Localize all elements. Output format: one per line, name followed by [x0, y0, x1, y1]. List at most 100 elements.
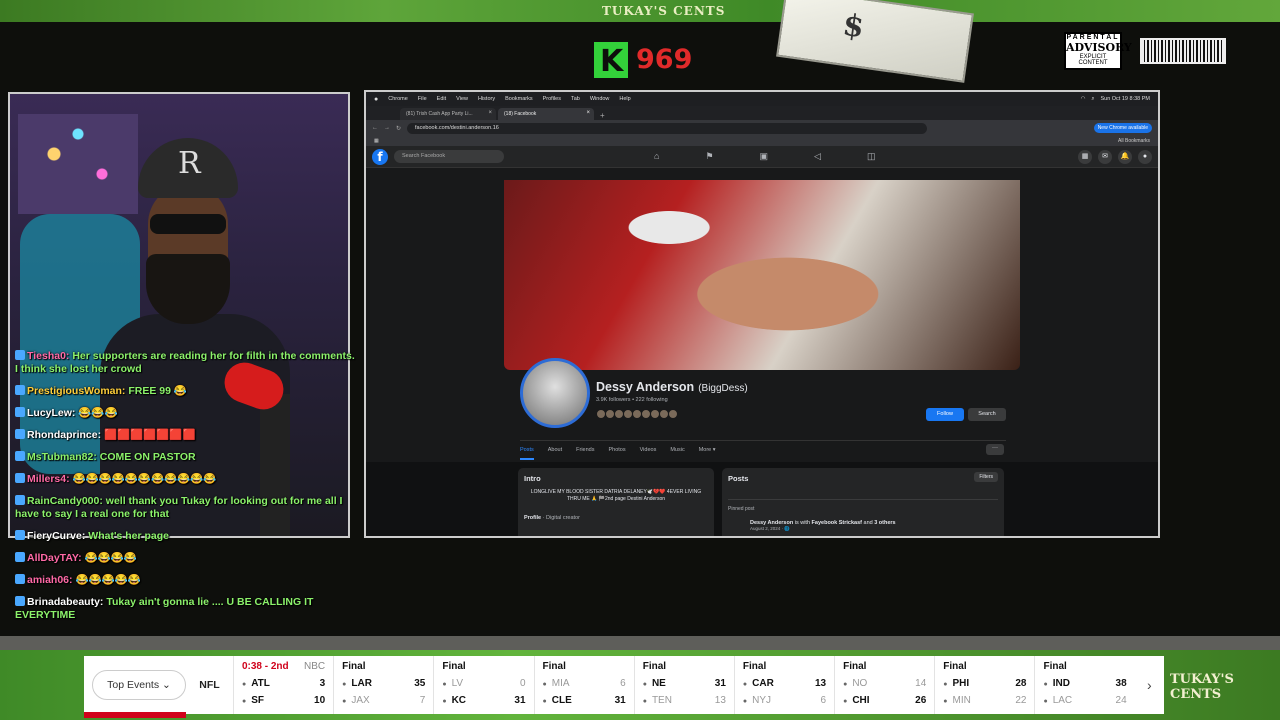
- menu-tab[interactable]: Tab: [571, 96, 580, 102]
- game-card[interactable]: Final LV 0 KC 31: [433, 656, 533, 714]
- barcode-graphic: [1140, 38, 1226, 64]
- home-icon[interactable]: ⌂: [654, 151, 659, 162]
- menu-help[interactable]: Help: [619, 96, 630, 102]
- chat-username[interactable]: amiah06:: [27, 574, 73, 586]
- tab-about[interactable]: About: [548, 447, 562, 460]
- follow-button[interactable]: Follow: [926, 408, 964, 421]
- facebook-logo-icon[interactable]: f: [372, 148, 388, 165]
- cover-photo[interactable]: [504, 180, 1020, 370]
- url-input[interactable]: facebook.com/destini.anderson.16: [407, 122, 928, 134]
- wifi-icon[interactable]: ◠: [1081, 96, 1086, 102]
- menu-profiles[interactable]: Profiles: [543, 96, 561, 102]
- kick-logo-icon: K: [594, 42, 628, 79]
- game-card[interactable]: 0:38 - 2ndNBCATL3SF10: [232, 656, 333, 714]
- top-events-dropdown[interactable]: Top Events ⌄: [92, 670, 186, 700]
- profile-search-button[interactable]: Search: [968, 408, 1006, 421]
- team-score: 6: [820, 695, 827, 706]
- reload-icon[interactable]: ↻: [396, 125, 401, 132]
- chat-badge-icon: [15, 552, 25, 562]
- close-tab-icon[interactable]: ×: [488, 110, 492, 116]
- team-score: 24: [1115, 695, 1127, 706]
- new-chrome-available-button[interactable]: New Chrome available: [1093, 123, 1152, 133]
- menu-chrome[interactable]: Chrome: [388, 96, 408, 102]
- forward-icon[interactable]: →: [384, 125, 390, 131]
- game-card[interactable]: Final LAR 35 JAX 7: [333, 656, 433, 714]
- search-icon[interactable]: ⌕: [1091, 96, 1094, 103]
- chat-username[interactable]: AllDayTAY:: [27, 552, 82, 564]
- back-icon[interactable]: ←: [372, 125, 378, 131]
- chat-username[interactable]: LucyLew:: [27, 407, 75, 419]
- team-name: KC: [442, 695, 466, 706]
- chat-message: Millers4: 😂😂😂😂😂😂😂😂😂😂😂: [15, 473, 355, 486]
- league-label[interactable]: NFL: [186, 679, 233, 691]
- tab-friends[interactable]: Friends: [576, 447, 594, 460]
- game-card[interactable]: Final NE 31 TEN 13: [633, 656, 734, 714]
- profile-avatar[interactable]: [520, 358, 590, 428]
- more-options-button[interactable]: ···: [986, 444, 1004, 455]
- game-card[interactable]: Final NO 14 CHI 26: [834, 656, 934, 714]
- menu-file[interactable]: File: [418, 96, 427, 102]
- game-card[interactable]: Final PHI 28 MIN 22: [934, 656, 1034, 714]
- team-score: 31: [714, 678, 726, 689]
- marketplace-icon[interactable]: ▣: [760, 151, 769, 162]
- tab-more[interactable]: More ▾: [699, 447, 716, 460]
- team-score: 35: [414, 678, 426, 689]
- team-name: NE: [643, 678, 666, 689]
- gaming-icon[interactable]: ◫: [867, 151, 876, 162]
- account-avatar[interactable]: ●: [1138, 149, 1152, 164]
- menu-grid-icon[interactable]: ▦: [1078, 149, 1092, 164]
- tab-youtube[interactable]: (81) Trish Cash App Party Li... ×: [400, 108, 496, 120]
- friend-avatars[interactable]: [596, 409, 678, 419]
- megaphone-icon[interactable]: ◁: [814, 151, 821, 162]
- chat-message: FieryCurve: What's her page: [15, 530, 355, 543]
- chat-username[interactable]: FieryCurve:: [27, 530, 85, 542]
- apple-icon[interactable]: ●: [374, 96, 378, 103]
- close-tab-icon[interactable]: ×: [586, 110, 590, 116]
- next-arrow-icon[interactable]: ›: [1135, 677, 1164, 693]
- chat-text: 😂😂😂😂😂: [75, 574, 141, 586]
- post-date[interactable]: August 2, 2024 · 🌐: [728, 526, 998, 532]
- profile-name: Dessy Anderson (BiggDess): [596, 380, 748, 394]
- tab-facebook[interactable]: (18) Facebook ×: [498, 108, 594, 120]
- chat-text: COME ON PASTOR: [99, 451, 196, 463]
- menu-view[interactable]: View: [456, 96, 468, 102]
- new-tab-button[interactable]: +: [596, 111, 609, 120]
- apps-icon[interactable]: ▦: [374, 138, 379, 144]
- menu-window[interactable]: Window: [590, 96, 610, 102]
- chat-username[interactable]: RainCandy000:: [27, 495, 103, 507]
- game-card[interactable]: Final MIA 6 CLE 31: [533, 656, 634, 714]
- tab-photos[interactable]: Photos: [608, 447, 625, 460]
- team-name: MIN: [943, 695, 971, 706]
- team-score: 0: [519, 678, 526, 689]
- chat-username[interactable]: Tiesha0:: [27, 350, 69, 362]
- game-status: Final: [843, 661, 867, 672]
- menubar-clock[interactable]: Sun Oct 19 8:38 PM: [1100, 96, 1150, 102]
- chat-username[interactable]: Millers4:: [27, 473, 70, 485]
- facebook-search-input[interactable]: Search Facebook: [394, 150, 504, 163]
- game-card[interactable]: Final CAR 13 NYJ 6: [733, 656, 834, 714]
- team-score: 28: [1015, 678, 1027, 689]
- menu-bookmarks[interactable]: Bookmarks: [505, 96, 533, 102]
- chat-message: amiah06: 😂😂😂😂😂: [15, 574, 355, 587]
- all-bookmarks-button[interactable]: All Bookmarks: [1118, 138, 1150, 144]
- menu-edit[interactable]: Edit: [437, 96, 446, 102]
- chat-username[interactable]: Rhondaprince:: [27, 429, 101, 441]
- chat-username[interactable]: PrestigiousWoman:: [27, 385, 125, 397]
- cap: R: [138, 138, 238, 198]
- dollar-bill-graphic: $: [776, 0, 974, 83]
- chat-text: 🟥🟥🟥🟥🟥🟥🟥: [104, 429, 196, 441]
- follower-stats[interactable]: 3.9K followers • 222 following: [596, 397, 668, 403]
- tab-videos[interactable]: Videos: [640, 447, 657, 460]
- menu-history[interactable]: History: [478, 96, 495, 102]
- messenger-icon[interactable]: ✉: [1098, 149, 1112, 164]
- flag-icon[interactable]: ⚑: [705, 151, 713, 162]
- chat-username[interactable]: Brinadabeauty:: [27, 596, 103, 608]
- chat-badge-icon: [15, 530, 25, 540]
- chat-username[interactable]: MsTubman82:: [27, 451, 97, 463]
- notifications-icon[interactable]: 🔔: [1118, 149, 1132, 164]
- tab-music[interactable]: Music: [670, 447, 684, 460]
- game-card[interactable]: Final IND 38 LAC 24: [1034, 656, 1134, 714]
- chat-message: AllDayTAY: 😂😂😂😂: [15, 552, 355, 565]
- tab-posts[interactable]: Posts: [520, 447, 534, 460]
- filters-button[interactable]: Filters: [974, 472, 998, 482]
